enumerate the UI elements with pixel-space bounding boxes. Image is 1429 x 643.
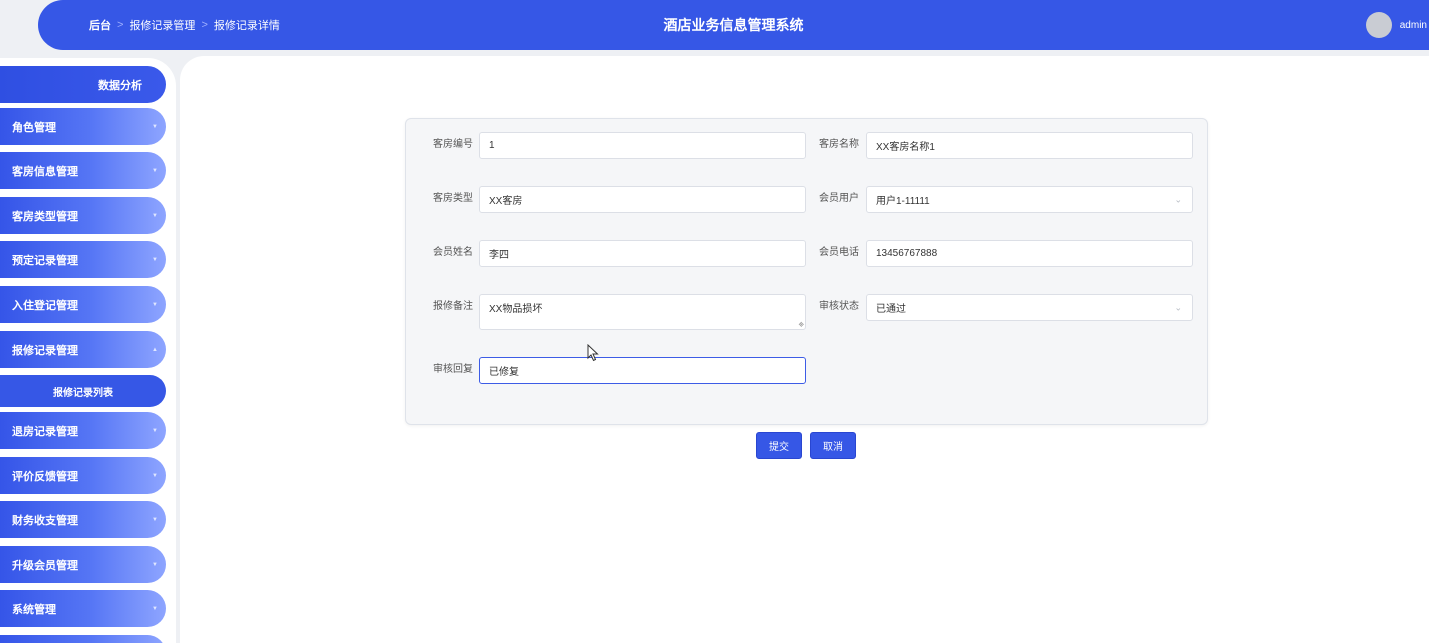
audit-reply-input[interactable]: 已修复 [479, 357, 806, 384]
sidebar-item-label: 客房类型管理 [12, 210, 78, 223]
audit-status-label: 审核状态 [819, 301, 859, 312]
breadcrumb-separator-icon: > [117, 19, 124, 31]
member-phone-label: 会员电话 [819, 247, 859, 258]
sidebar-item-room-info[interactable]: 客房信息管理 ▼ [0, 152, 166, 189]
chevron-down-icon: ▼ [152, 212, 158, 219]
room-no-value: 1 [489, 140, 495, 151]
audit-status-value: 已通过 [876, 304, 906, 315]
chevron-up-icon: ▲ [152, 346, 158, 353]
sidebar-item-data-analysis[interactable]: 数据分析 [0, 66, 166, 103]
repair-note-value: XX物品损坏 [489, 304, 543, 315]
audit-reply-value: 已修复 [489, 367, 519, 378]
room-type-label: 客房类型 [433, 193, 473, 204]
member-phone-value: 13456767888 [876, 248, 938, 259]
sidebar-item-member-upgrade[interactable]: 升级会员管理 ▼ [0, 546, 166, 583]
chevron-down-icon: ▼ [152, 605, 158, 612]
sidebar-item-label: 升级会员管理 [12, 559, 78, 572]
member-user-value: 用户1-11111 [876, 196, 930, 207]
breadcrumb-separator-icon: > [201, 19, 208, 31]
member-user-select[interactable]: 用户1-11111 ⌄ [866, 186, 1193, 213]
repair-note-textarea[interactable]: XX物品损坏 ≡ [479, 294, 806, 330]
room-name-label: 客房名称 [819, 139, 859, 150]
sidebar-item-role-management[interactable]: 角色管理 ▼ [0, 108, 166, 145]
chevron-down-icon: ▼ [152, 123, 158, 130]
sidebar-item-label: 评价反馈管理 [12, 470, 78, 483]
sidebar-item-label: 客房信息管理 [12, 165, 78, 178]
room-type-value: XX客房 [489, 196, 523, 207]
mouse-pointer-icon [587, 344, 599, 362]
top-header: 后台 > 报修记录管理 > 报修记录详情 酒店业务信息管理系统 admin [38, 0, 1429, 50]
sidebar-item-room-type[interactable]: 客房类型管理 ▼ [0, 197, 166, 234]
chevron-down-icon: ▼ [152, 472, 158, 479]
sidebar-subitem-repair-list[interactable]: 报修记录列表 [0, 375, 166, 407]
audit-reply-label: 审核回复 [433, 364, 473, 375]
sidebar-item-finance[interactable]: 财务收支管理 ▼ [0, 501, 166, 538]
chevron-down-icon: ▼ [152, 561, 158, 568]
sidebar-item-feedback[interactable]: 评价反馈管理 ▼ [0, 457, 166, 494]
user-menu[interactable]: admin [1365, 0, 1429, 50]
sidebar-item-label: 报修记录列表 [53, 387, 113, 399]
sidebar-item-repair[interactable]: 报修记录管理 ▲ [0, 331, 166, 368]
sidebar-item-reservation[interactable]: 预定记录管理 ▼ [0, 241, 166, 278]
repair-note-label: 报修备注 [433, 301, 473, 312]
chevron-down-icon: ▼ [152, 167, 158, 174]
room-no-label: 客房编号 [433, 139, 473, 150]
sidebar-item-label: 入住登记管理 [12, 299, 78, 312]
dropdown-arrow-icon[interactable]: ⌄ [1174, 302, 1182, 313]
sidebar-item-label: 系统管理 [12, 603, 56, 616]
room-no-input[interactable]: 1 [479, 132, 806, 159]
sidebar-item-label: 角色管理 [12, 121, 56, 134]
member-name-input[interactable]: 李四 [479, 240, 806, 267]
member-name-value: 李四 [489, 250, 509, 261]
room-type-input[interactable]: XX客房 [479, 186, 806, 213]
breadcrumb-home[interactable]: 后台 [89, 17, 111, 33]
sidebar-item-label: 退房记录管理 [12, 425, 78, 438]
member-name-label: 会员姓名 [433, 247, 473, 258]
submit-button[interactable]: 提交 [756, 432, 802, 459]
member-user-label: 会员用户 [819, 193, 859, 204]
chevron-down-icon: ▼ [152, 256, 158, 263]
sidebar-item-label: 预定记录管理 [12, 254, 78, 267]
chevron-down-icon: ▼ [152, 516, 158, 523]
sidebar-item-label: 财务收支管理 [12, 514, 78, 527]
breadcrumb-repair-detail: 报修记录详情 [213, 20, 280, 32]
breadcrumb: 后台 > 报修记录管理 > 报修记录详情 [89, 0, 280, 50]
sidebar-item-system[interactable]: 系统管理 ▼ [0, 590, 166, 627]
breadcrumb-repair-management[interactable]: 报修记录管理 [129, 17, 195, 33]
username[interactable]: admin [1400, 20, 1427, 31]
chevron-down-icon: ▼ [152, 427, 158, 434]
room-name-input[interactable]: XX客房名称1 [866, 132, 1193, 159]
cancel-button[interactable]: 取消 [810, 432, 856, 459]
resize-handle-icon[interactable]: ≡ [797, 320, 807, 330]
sidebar-item-label: 数据分析 [98, 79, 142, 92]
sidebar-item-label: 报修记录管理 [12, 344, 78, 357]
sidebar: 数据分析 角色管理 ▼ 客房信息管理 ▼ 客房类型管理 ▼ 预定记录管理 ▼ 入… [0, 58, 176, 643]
chevron-down-icon: ▼ [152, 301, 158, 308]
room-name-value: XX客房名称1 [876, 142, 935, 153]
sidebar-item-checkout[interactable]: 退房记录管理 ▼ [0, 412, 166, 449]
member-phone-input[interactable]: 13456767888 [866, 240, 1193, 267]
sidebar-item-more[interactable] [0, 635, 166, 643]
dropdown-arrow-icon[interactable]: ⌄ [1174, 194, 1182, 205]
sidebar-item-checkin[interactable]: 入住登记管理 ▼ [0, 286, 166, 323]
avatar[interactable] [1365, 12, 1392, 38]
audit-status-select[interactable]: 已通过 ⌄ [866, 294, 1193, 321]
